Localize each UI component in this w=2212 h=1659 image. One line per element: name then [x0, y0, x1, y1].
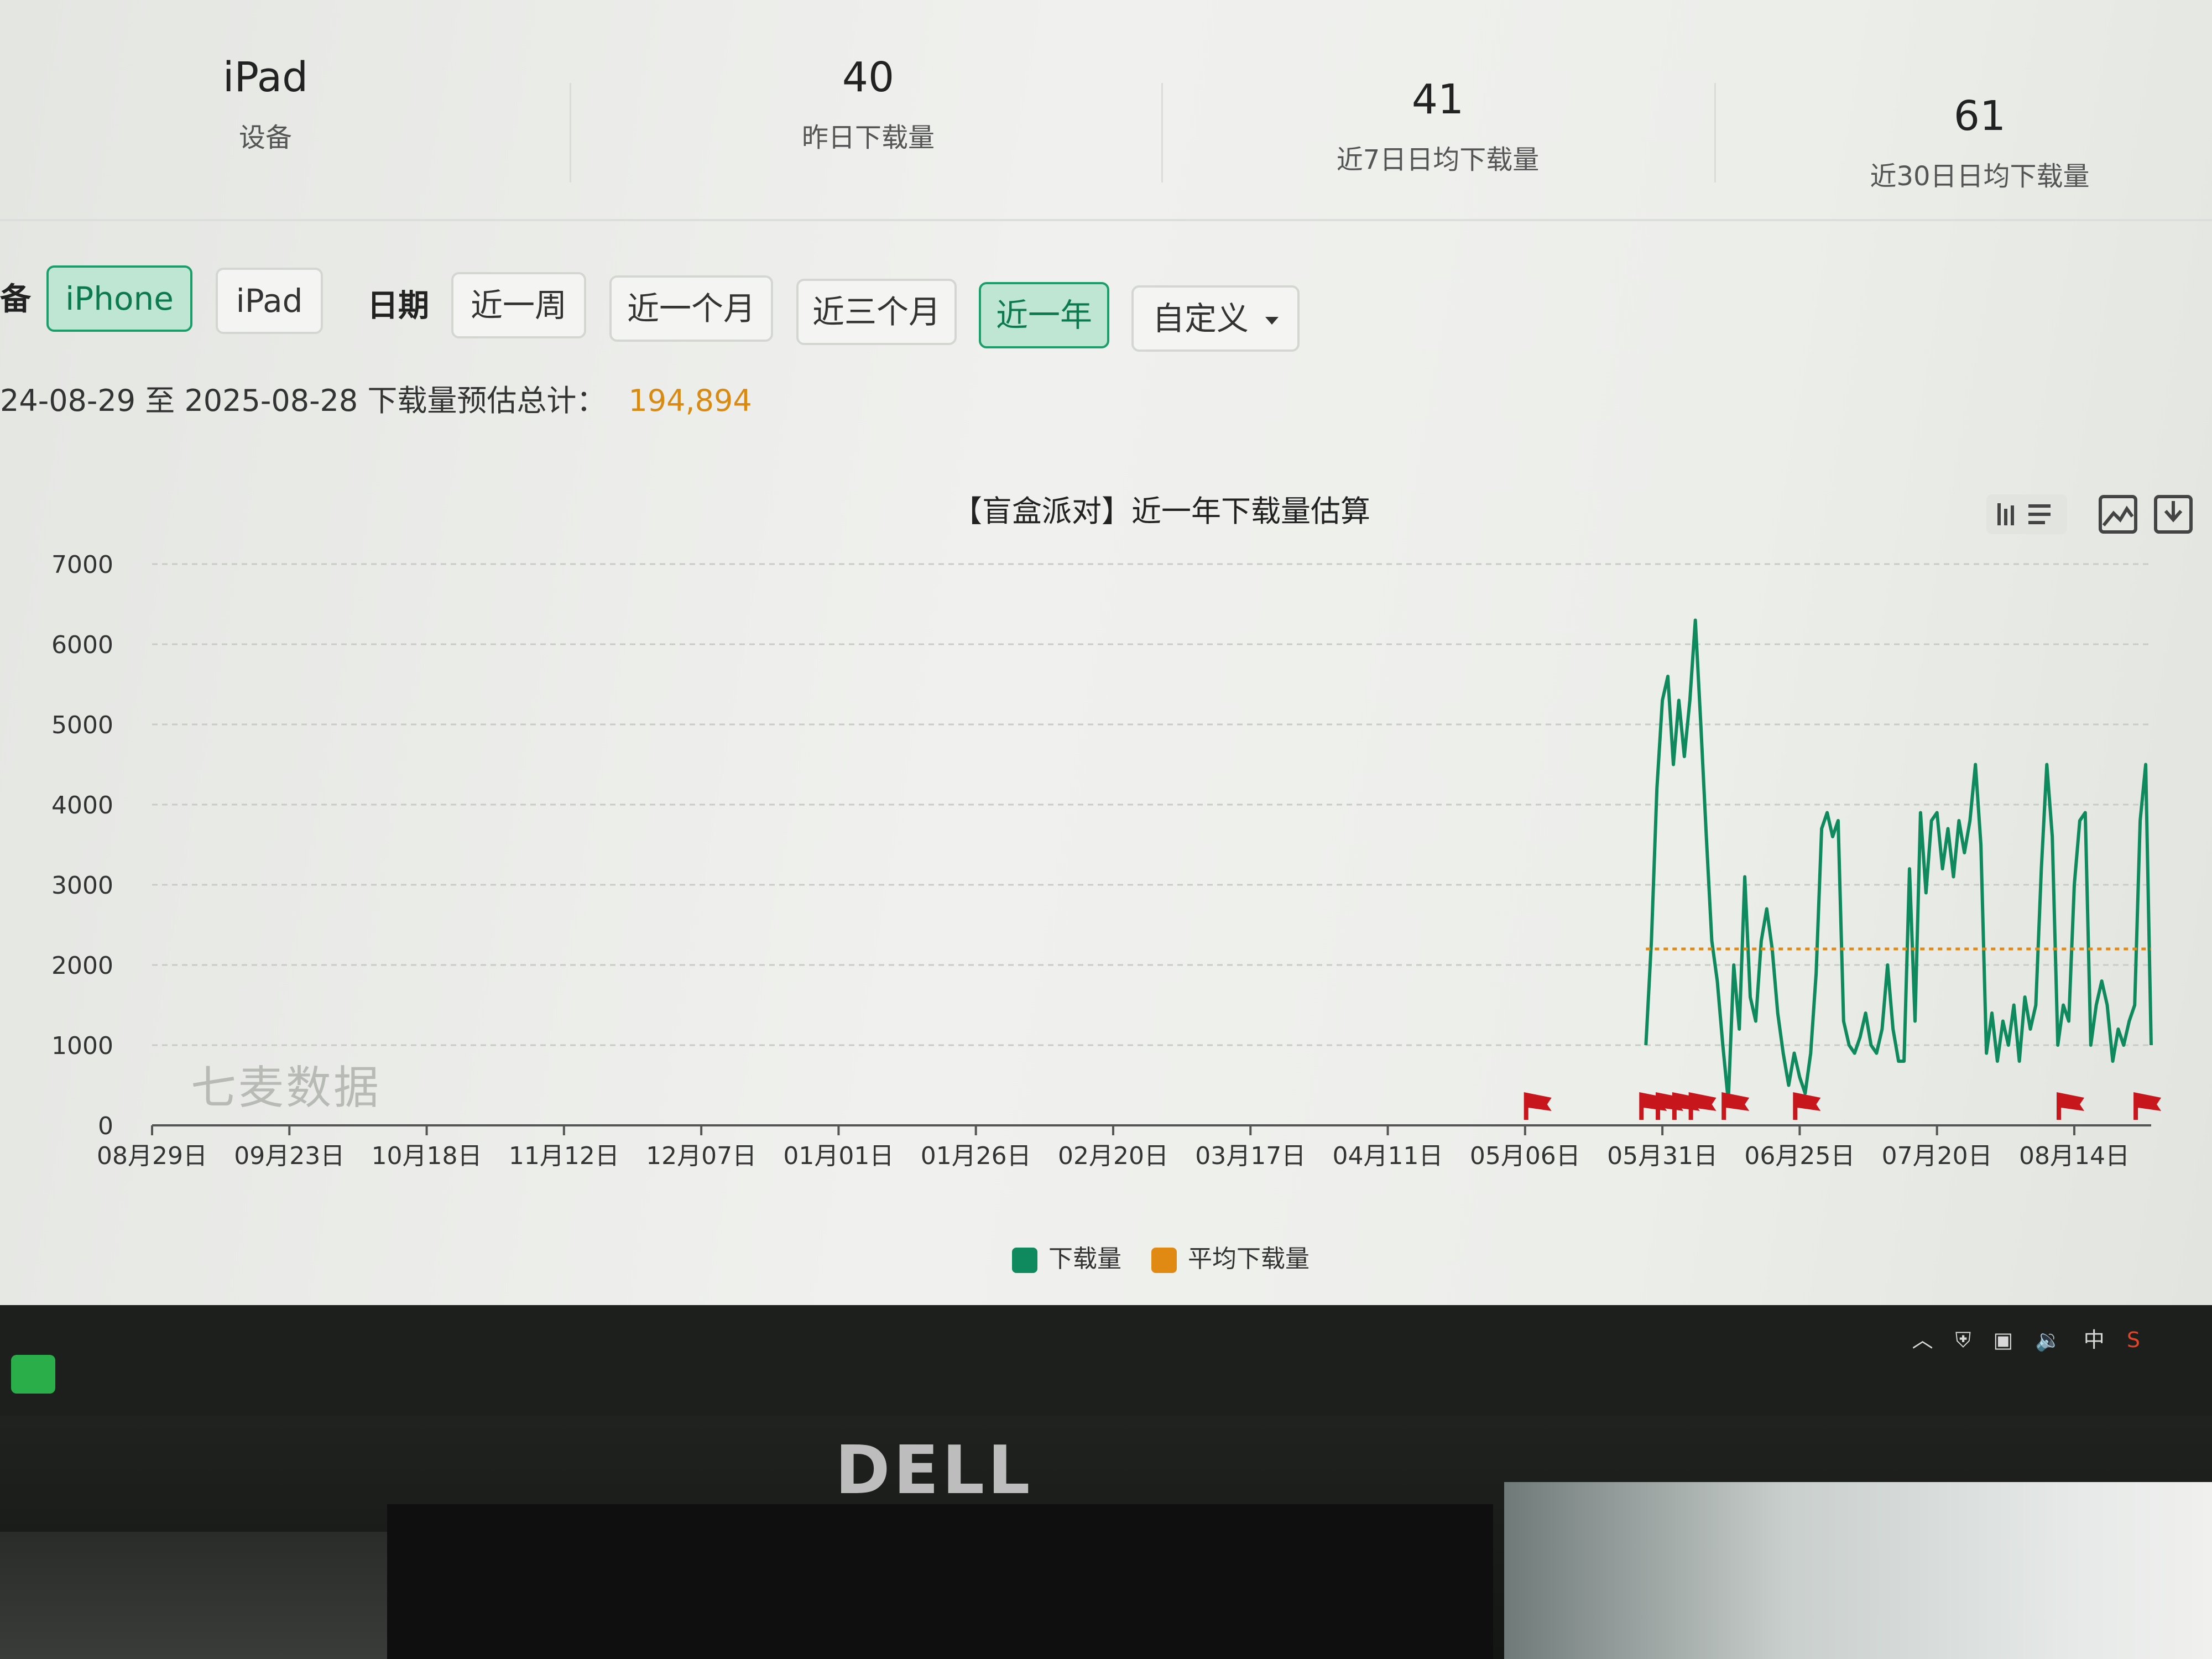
monitor-stand: [387, 1504, 1493, 1659]
device-filter-label: 备: [0, 281, 31, 317]
y-tick-label: 5000: [51, 711, 113, 739]
stat-7day: 41 近7日日均下载量: [1189, 77, 1687, 176]
legend-item-downloads[interactable]: 下载量: [1012, 1239, 1121, 1274]
download-chart: 0 1000 2000 3000 4000 5000 6000 7000 08月29日 09月23…: [0, 453, 2212, 1283]
y-tick-label: 4000: [51, 791, 113, 820]
y-tick-label: 7000: [51, 551, 113, 579]
x-tick-label: 05月06日: [1470, 1142, 1580, 1170]
stat-divider: [570, 83, 571, 182]
x-tick-label: 10月18日: [372, 1142, 482, 1170]
tray-volume-icon[interactable]: 🔉: [2035, 1328, 2061, 1352]
stat-device-value: iPad: [222, 54, 309, 101]
chart-legend: 下载量 平均下载量: [1012, 1239, 1332, 1274]
stat-30day-value: 61: [1953, 92, 2006, 140]
save-image-icon[interactable]: [2096, 492, 2140, 536]
x-tick-label: 09月23日: [234, 1142, 345, 1170]
y-tick-label: 1000: [51, 1032, 113, 1060]
x-tick-label: 06月25日: [1744, 1142, 1855, 1170]
data-view-icon[interactable]: [1985, 492, 2068, 536]
y-tick-label: 6000: [51, 631, 113, 659]
chevron-down-icon: [1265, 316, 1279, 325]
filter-bar: 备 iPhone iPad 日期 近一周 近一个月 近三个月 近一年 自定义: [0, 254, 2212, 365]
date-filter-label: 日期: [367, 288, 429, 324]
stat-7day-label: 近7日日均下载量: [1336, 144, 1540, 176]
x-tick-label: 11月12日: [509, 1142, 619, 1170]
date-year-button[interactable]: 近一年: [979, 282, 1109, 348]
x-tick-label: 01月26日: [921, 1142, 1031, 1170]
wechat-icon[interactable]: [11, 1355, 55, 1394]
stat-7day-value: 41: [1411, 76, 1464, 123]
x-tick-label: 04月11日: [1333, 1142, 1443, 1170]
legend-label: 下载量: [1048, 1245, 1121, 1273]
stat-yesterday-value: 40: [842, 54, 895, 101]
y-tick-label: 3000: [51, 872, 113, 900]
event-flag-marker: [1721, 1092, 1750, 1120]
legend-swatch: [1012, 1248, 1037, 1273]
date-month-button[interactable]: 近一个月: [609, 275, 773, 342]
x-tick-label: 01月01日: [783, 1142, 894, 1170]
x-tick-label: 08月14日: [2019, 1142, 2130, 1170]
stat-30day-label: 近30日日均下载量: [1870, 161, 2090, 192]
stat-device-label: 设备: [238, 122, 292, 154]
event-flag-marker: [1793, 1092, 1821, 1120]
chart-toolbox: [1985, 492, 2195, 547]
desk-items: [1504, 1482, 2212, 1659]
date-custom-dropdown[interactable]: 自定义: [1131, 285, 1300, 352]
browser-screen: iPad 设备 40 昨日下载量 41 近7日日均下载量 61 近30日日均下载…: [0, 0, 2212, 1305]
monitor-brand-logo: DELL: [835, 1432, 1034, 1509]
series-line-downloads: [1644, 618, 2153, 1103]
x-tick-label: 12月07日: [646, 1142, 757, 1170]
stats-row: iPad 设备 40 昨日下载量 41 近7日日均下载量 61 近30日日均下载…: [0, 22, 2212, 221]
event-flag-marker: [2057, 1092, 2085, 1120]
device-ipad-button[interactable]: iPad: [216, 268, 323, 334]
chart-title: 【盲盒派对】近一年下载量估算: [952, 494, 1370, 529]
download-icon[interactable]: [2151, 492, 2195, 536]
device-iphone-button[interactable]: iPhone: [46, 265, 192, 332]
legend-swatch: [1151, 1248, 1177, 1273]
tray-ime-indicator[interactable]: 中: [2084, 1328, 2105, 1352]
legend-label: 平均下载量: [1188, 1245, 1310, 1273]
stat-divider: [1161, 83, 1163, 182]
stat-yesterday-label: 昨日下载量: [801, 122, 935, 154]
x-tick-label: 02月20日: [1058, 1142, 1168, 1170]
x-tick-label: 05月31日: [1607, 1142, 1718, 1170]
tray-sogou-icon[interactable]: S: [2127, 1328, 2140, 1352]
watermark: 七麦数据: [191, 1062, 382, 1114]
tray-chevron-up-icon[interactable]: ︿: [1912, 1328, 1933, 1352]
date-custom-label: 自定义: [1152, 300, 1249, 337]
event-flag-marker: [2133, 1092, 2162, 1120]
system-tray: ︿ ⛨ ▣ 🔉 中 S: [1897, 1323, 2140, 1353]
stat-device: iPad 设备: [17, 55, 514, 154]
x-tick-label: 08月29日: [97, 1142, 207, 1170]
legend-item-average[interactable]: 平均下载量: [1151, 1239, 1310, 1274]
tray-shield-icon[interactable]: ⛨: [1955, 1328, 1971, 1352]
y-tick-label: 0: [98, 1112, 113, 1140]
chart-canvas: 0 1000 2000 3000 4000 5000 6000 7000 08月29日 09月23…: [51, 551, 2162, 1170]
event-flag-marker: [1688, 1092, 1717, 1120]
date-week-button[interactable]: 近一周: [451, 272, 586, 338]
date-three-months-button[interactable]: 近三个月: [796, 279, 957, 345]
download-summary: 24-08-29 至 2025-08-28 下载量预估总计： 194,894: [0, 376, 752, 420]
windows-taskbar: ︿ ⛨ ▣ 🔉 中 S: [0, 1305, 2212, 1416]
summary-range-text: 24-08-29 至 2025-08-28 下载量预估总计：: [0, 383, 607, 418]
stat-divider: [1714, 83, 1716, 182]
x-tick-label: 07月20日: [1882, 1142, 1992, 1170]
stat-30day: 61 近30日日均下载量: [1731, 92, 2212, 193]
y-tick-label: 2000: [51, 952, 113, 980]
summary-total: 194,894: [628, 383, 752, 418]
x-tick-label: 03月17日: [1195, 1142, 1306, 1170]
stat-yesterday: 40 昨日下载量: [619, 55, 1117, 154]
desk-left: [0, 1532, 387, 1659]
tray-network-icon[interactable]: ▣: [1993, 1328, 2013, 1352]
event-flag-marker: [1524, 1092, 1552, 1120]
